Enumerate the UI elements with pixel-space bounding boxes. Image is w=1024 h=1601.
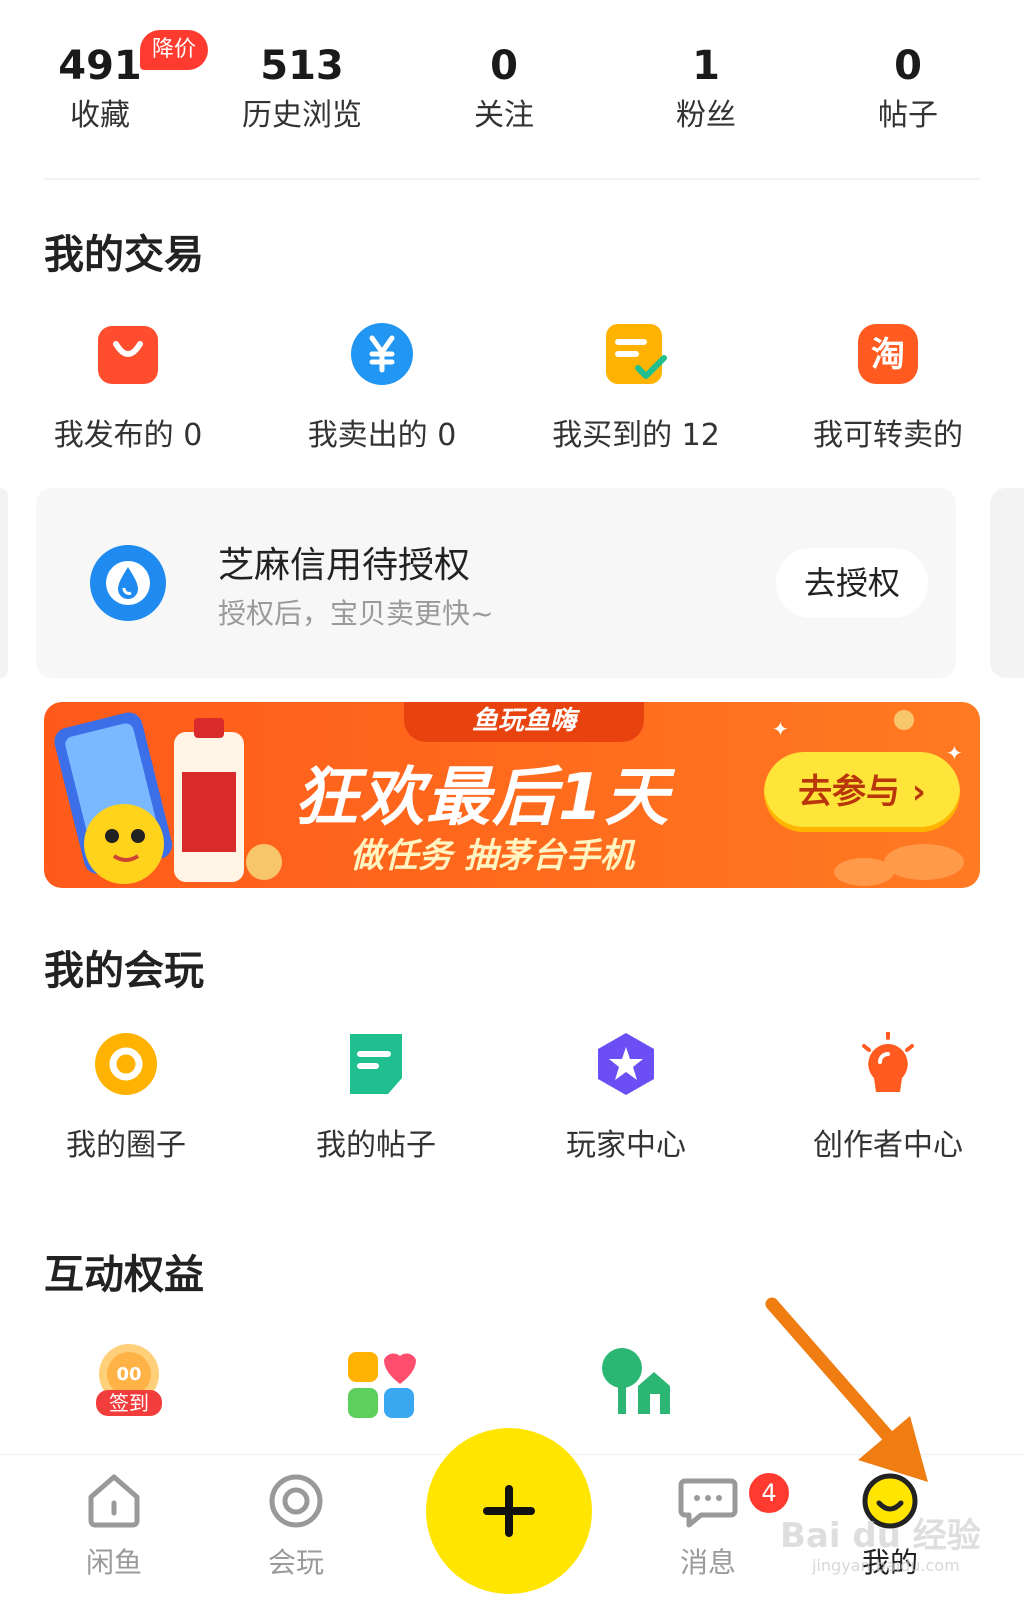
- stat-value: 0: [894, 43, 922, 89]
- credit-subtitle: 授权后，宝贝卖更快~: [218, 597, 494, 630]
- price-drop-badge: 降价: [140, 30, 209, 70]
- stat-label: 粉丝: [676, 98, 736, 133]
- stat-posts[interactable]: 0 帖子: [818, 38, 998, 138]
- stat-following[interactable]: 0 关注: [414, 38, 594, 138]
- banner-tag: 鱼玩鱼嗨: [404, 702, 644, 742]
- play-item-label: 创作者中心: [813, 1128, 963, 1163]
- phone-mascot-illustration: [54, 712, 282, 884]
- watermark-text: Bai du 经验: [780, 1516, 981, 1556]
- nav-label: 会玩: [267, 1546, 324, 1579]
- promo-banner[interactable]: 鱼玩鱼嗨 狂欢最后1天 做任务 抽茅台手机 去参与 › ✦ ✦: [44, 702, 980, 888]
- stat-label: 帖子: [878, 98, 938, 133]
- trade-item-resell[interactable]: 淘 我可转卖的: [768, 322, 1008, 454]
- section-title-rights: 互动权益: [44, 1252, 204, 1298]
- nav-label: 消息: [679, 1546, 736, 1579]
- section-title-trade: 我的交易: [44, 232, 204, 278]
- stat-value: 0: [490, 43, 518, 89]
- sesame-credit-icon: [90, 545, 166, 621]
- divider: [44, 178, 980, 180]
- play-item-creator-center[interactable]: 创作者中心: [768, 1030, 1008, 1164]
- stat-label: 历史浏览: [242, 98, 362, 133]
- home-icon: [88, 1474, 140, 1528]
- play-item-label: 我的帖子: [316, 1128, 436, 1163]
- svg-text:✦: ✦: [946, 741, 963, 765]
- section-title-play: 我的会玩: [44, 948, 204, 994]
- trade-item-bought[interactable]: 我买到的 12: [516, 322, 756, 454]
- circle-ring-icon: [94, 1032, 158, 1096]
- svg-text:淘: 淘: [871, 335, 905, 375]
- shopping-bag-icon: [96, 322, 160, 386]
- carousel-prev-card: [0, 488, 8, 678]
- play-item-posts[interactable]: 我的帖子: [256, 1032, 496, 1164]
- stat-label: 关注: [474, 98, 534, 133]
- tree-house-icon[interactable]: [598, 1346, 672, 1416]
- trade-item-sold[interactable]: 我卖出的 0: [262, 322, 502, 454]
- order-check-icon: [604, 322, 668, 386]
- trade-item-label: 我发布的 0: [53, 418, 203, 453]
- authorize-button[interactable]: 去授权: [776, 548, 928, 618]
- lightbulb-icon: [856, 1030, 920, 1096]
- carousel-next-card: [990, 488, 1024, 678]
- svg-text:✦: ✦: [772, 717, 789, 741]
- watermark-url: jingyan.baidu.com: [812, 1556, 960, 1575]
- banner-subline: 做任务 抽茅台手机: [350, 836, 634, 876]
- play-item-circles[interactable]: 我的圈子: [6, 1032, 246, 1164]
- trade-item-label: 我可转卖的: [813, 418, 963, 453]
- trade-item-published[interactable]: 我发布的 0: [8, 322, 248, 454]
- sesame-credit-card[interactable]: 芝麻信用待授权 授权后，宝贝卖更快~ 去授权: [36, 488, 956, 678]
- trade-item-label: 我买到的 12: [552, 418, 720, 453]
- yen-coin-icon: [350, 322, 414, 386]
- play-item-player-center[interactable]: 玩家中心: [506, 1032, 746, 1164]
- nav-item-play[interactable]: 会玩: [236, 1473, 356, 1581]
- stat-value: 1: [692, 43, 720, 89]
- taobao-icon: 淘: [856, 322, 920, 386]
- hearts-puzzle-icon[interactable]: [346, 1350, 416, 1420]
- trade-item-label: 我卖出的 0: [307, 418, 457, 453]
- nav-label: 闲鱼: [85, 1546, 142, 1579]
- play-item-label: 玩家中心: [566, 1128, 686, 1163]
- target-icon: [269, 1474, 323, 1528]
- stat-history[interactable]: 513 历史浏览: [212, 38, 392, 138]
- stat-value: 513: [260, 43, 344, 89]
- stat-fans[interactable]: 1 粉丝: [616, 38, 796, 138]
- svg-text:00: 00: [116, 1364, 141, 1385]
- plus-icon: [483, 1485, 535, 1537]
- nav-item-xianyu[interactable]: 闲鱼: [54, 1473, 174, 1581]
- publish-button[interactable]: [426, 1428, 592, 1594]
- coins-decoration: ✦ ✦: [772, 710, 964, 886]
- star-badge-icon: [594, 1032, 658, 1096]
- play-item-label: 我的圈子: [66, 1128, 186, 1163]
- credit-title: 芝麻信用待授权: [218, 545, 471, 586]
- banner-headline: 狂欢最后1天: [294, 761, 671, 835]
- checkin-badge: 签到: [96, 1390, 162, 1416]
- chat-icon: [678, 1478, 738, 1528]
- checkin-icon[interactable]: 00 签到: [94, 1344, 164, 1416]
- stat-label: 收藏: [70, 98, 130, 133]
- annotation-arrow: [765, 1297, 928, 1482]
- post-note-icon: [344, 1032, 408, 1096]
